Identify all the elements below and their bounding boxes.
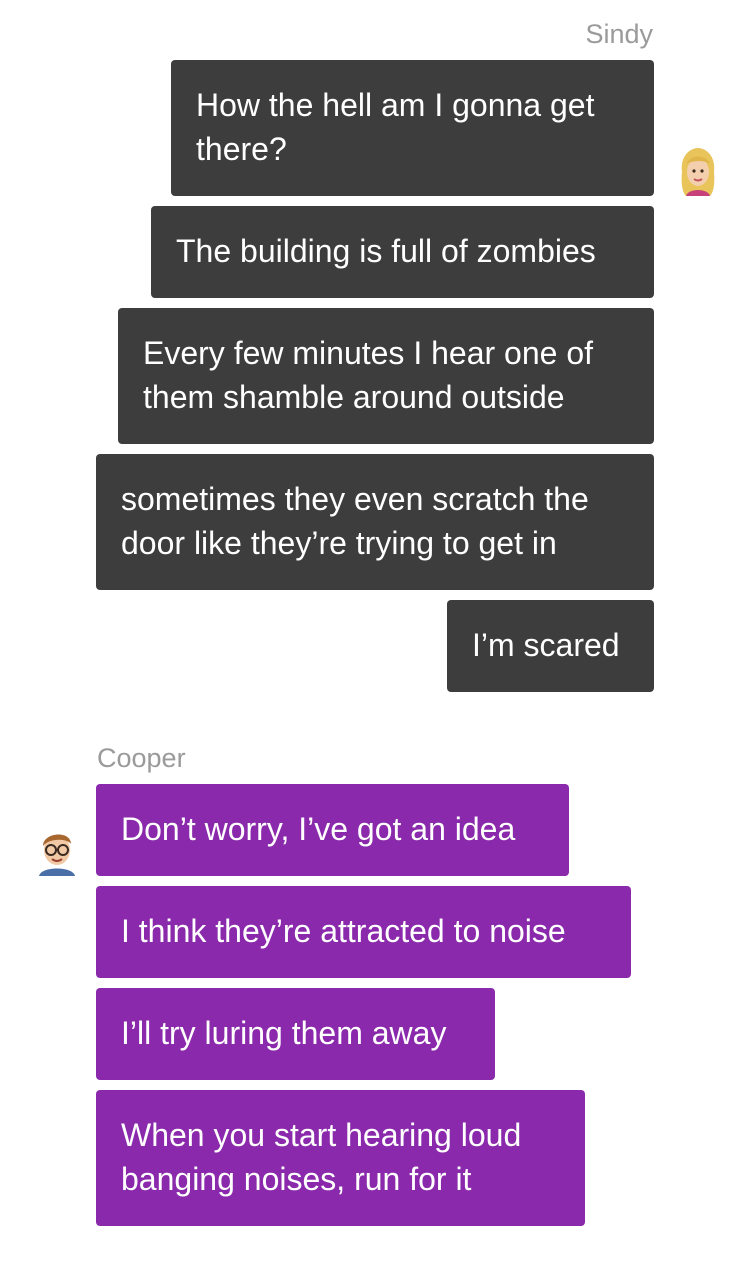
message-bubble-cooper-4[interactable]: When you start hearing loud banging nois…: [96, 1090, 585, 1226]
message-text: I think they’re attracted to noise: [121, 913, 566, 949]
man-with-glasses-avatar-icon: [39, 834, 75, 876]
sender-name-cooper: Cooper: [97, 743, 186, 773]
message-text: Every few minutes I hear one of them sha…: [143, 335, 593, 415]
message-bubble-cooper-3[interactable]: I’ll try luring them away: [96, 988, 495, 1080]
message-text: sometimes they even scratch the door lik…: [121, 481, 589, 561]
message-bubble-cooper-2[interactable]: I think they’re attracted to noise: [96, 886, 631, 978]
message-bubble-sindy-5[interactable]: I’m scared: [447, 600, 654, 692]
message-text: Don’t worry, I’ve got an idea: [121, 811, 516, 847]
message-text: How the hell am I gonna get there?: [196, 87, 595, 167]
message-text: I’m scared: [472, 627, 620, 663]
message-text: When you start hearing loud banging nois…: [121, 1117, 522, 1197]
message-text: I’ll try luring them away: [121, 1015, 447, 1051]
sender-name-sindy: Sindy: [585, 19, 653, 49]
message-bubble-sindy-2[interactable]: The building is full of zombies: [151, 206, 654, 298]
message-bubble-sindy-4[interactable]: sometimes they even scratch the door lik…: [96, 454, 654, 590]
blonde-woman-avatar-icon: [681, 148, 715, 196]
message-bubble-sindy-1[interactable]: How the hell am I gonna get there?: [171, 60, 654, 196]
message-bubble-sindy-3[interactable]: Every few minutes I hear one of them sha…: [118, 308, 654, 444]
message-bubble-cooper-1[interactable]: Don’t worry, I’ve got an idea: [96, 784, 569, 876]
message-text: The building is full of zombies: [176, 233, 596, 269]
